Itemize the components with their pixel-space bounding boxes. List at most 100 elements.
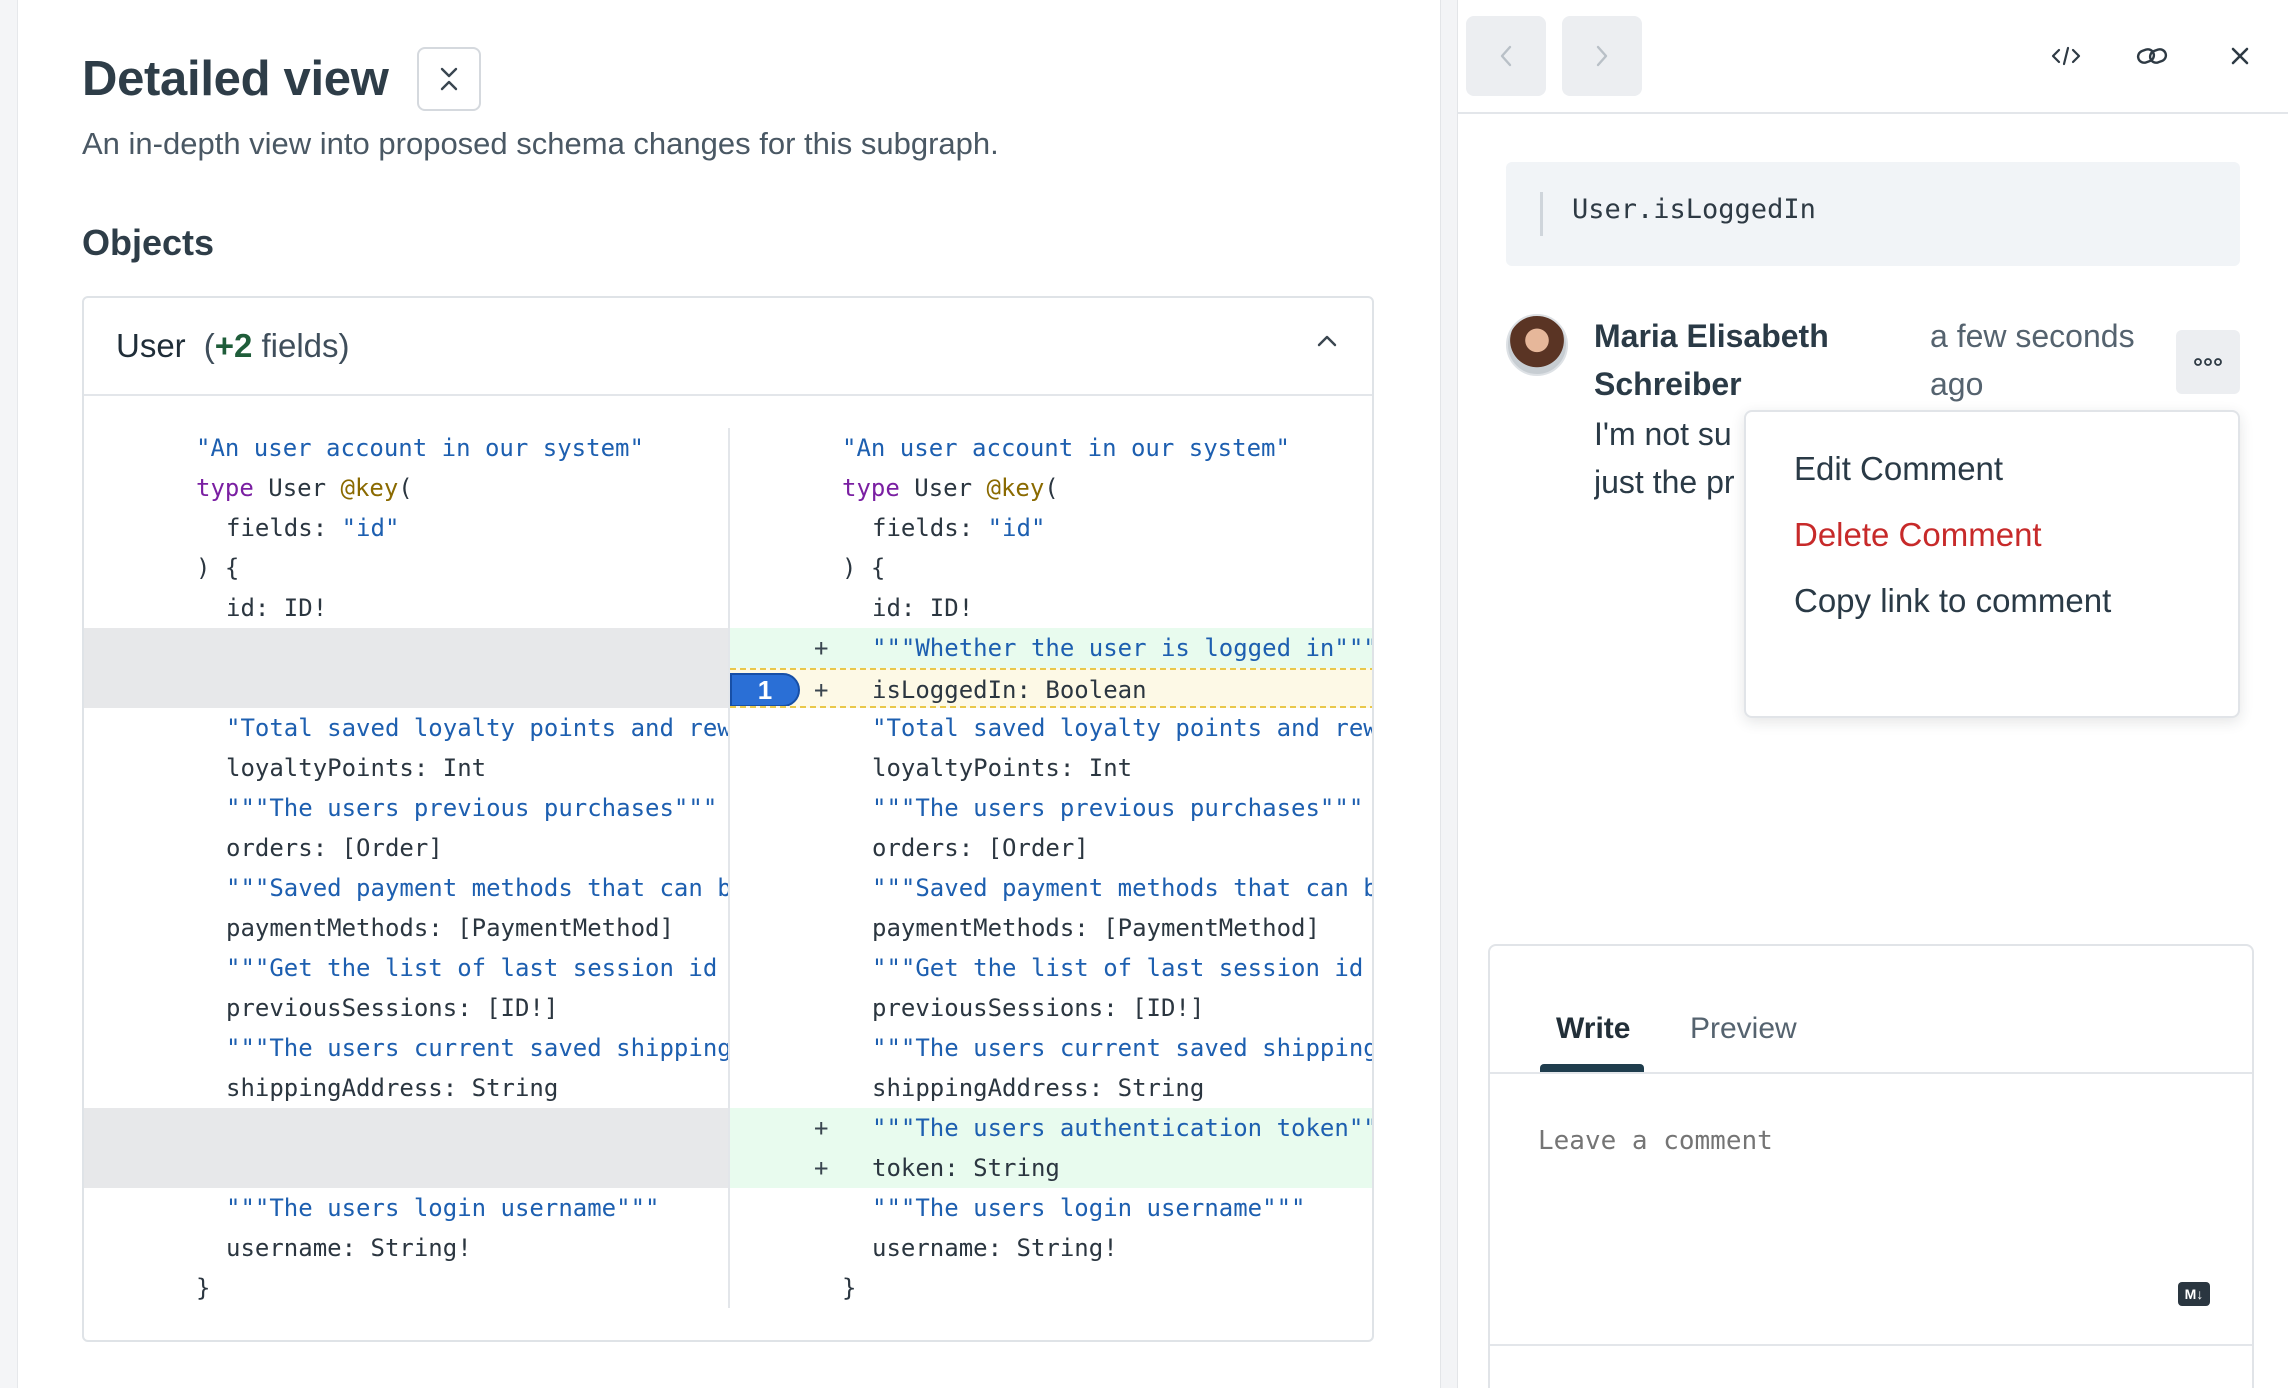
schema-coordinate-box: User.isLoggedIn — [1506, 162, 2240, 266]
diff-line: "An user account in our system" — [84, 428, 728, 468]
comment-marker[interactable]: 1 — [730, 673, 800, 706]
chevron-right-icon — [1596, 45, 1608, 67]
comment-options-menu: Edit Comment Delete Comment Copy link to… — [1744, 410, 2240, 718]
field-count: (+2 fields) — [204, 327, 350, 365]
panel-divider[interactable] — [1440, 0, 1458, 1388]
close-panel-button[interactable] — [2218, 34, 2262, 78]
diff-line-code: type User @key( — [842, 468, 1059, 508]
tab-write[interactable]: Write — [1556, 1012, 1630, 1046]
section-heading-objects: Objects — [82, 222, 215, 263]
close-icon — [2231, 47, 2249, 65]
code-token: @key — [340, 474, 399, 502]
diff-line-code: fields: "id" — [872, 508, 1045, 548]
view-code-button[interactable] — [2044, 34, 2088, 78]
comment-timestamp: a few seconds ago — [1930, 318, 2135, 402]
diff-line: } — [730, 1268, 1372, 1308]
comment-input[interactable] — [1538, 1126, 2138, 1156]
page-title: Detailed view — [82, 52, 389, 106]
diff-line-code: "An user account in our system" — [196, 428, 644, 468]
quote-bar — [1540, 192, 1543, 236]
diff-line: id: ID! — [84, 588, 728, 628]
collapse-icon — [440, 67, 457, 91]
code-token: ) { — [842, 554, 886, 582]
diff-line-code: username: String! — [226, 1228, 472, 1268]
code-token: """Get the list of last session id — [872, 954, 1364, 982]
diff-line: username: String! — [84, 1228, 728, 1268]
tab-preview[interactable]: Preview — [1690, 1012, 1797, 1046]
code-token: ( — [398, 474, 413, 502]
diff-line: """The users login username""" — [84, 1188, 728, 1228]
comment-body: I'm not su just the pr — [1594, 410, 1754, 506]
diff-line-code: orders: [Order] — [872, 828, 1089, 868]
diff-line-code: loyaltyPoints: Int — [872, 748, 1132, 788]
code-token: "Total saved loyalty points and rew — [872, 714, 1374, 742]
diff-line-code: shippingAddress: String — [226, 1068, 558, 1108]
diff-line: type User @key( — [730, 468, 1372, 508]
diff-line — [84, 668, 728, 708]
diff-line-code: """Get the list of last session id — [226, 948, 717, 988]
more-options-icon — [2194, 358, 2222, 366]
code-token: """Saved payment methods that can b — [226, 874, 728, 902]
diff-line: "Total saved loyalty points and rew — [730, 708, 1374, 748]
link-icon — [2136, 48, 2168, 64]
diff-line — [84, 1108, 728, 1148]
copy-link-button[interactable] — [2130, 34, 2174, 78]
collapse-all-button[interactable] — [416, 47, 481, 111]
diff-line: previousSessions: [ID!] — [84, 988, 728, 1028]
code-icon — [2051, 46, 2081, 66]
diff-line: shippingAddress: String — [84, 1068, 728, 1108]
menu-item-edit-comment[interactable]: Edit Comment — [1794, 450, 2003, 488]
diff-line-code: paymentMethods: [PaymentMethod] — [226, 908, 674, 948]
type-card-user: User (+2 fields) "An user account in our… — [82, 296, 1374, 1342]
schema-coordinate: User.isLoggedIn — [1572, 194, 1816, 225]
diff-line-code: """The users previous purchases""" — [872, 788, 1363, 828]
diff-line: "An user account in our system" — [730, 428, 1372, 468]
diff-line-code: } — [842, 1268, 856, 1308]
code-token: id: ID! — [872, 594, 974, 622]
chevron-up-icon[interactable] — [1316, 334, 1338, 348]
diff-line-code: paymentMethods: [PaymentMethod] — [872, 908, 1320, 948]
diff-line — [84, 628, 728, 668]
diff-line-code: "An user account in our system" — [842, 428, 1290, 468]
diff-line-code: type User @key( — [196, 468, 413, 508]
next-button[interactable] — [1562, 16, 1642, 96]
diff-line-code: ) { — [196, 548, 239, 588]
diff-line: """Get the list of last session id — [84, 948, 728, 988]
code-token: ( — [1044, 474, 1059, 502]
code-token: """Get the list of last session id — [226, 954, 718, 982]
code-token: """The users authentication token"" — [872, 1114, 1374, 1142]
diff-line: """The users current saved shipping — [84, 1028, 728, 1068]
comment-body-line-1: I'm not su — [1594, 416, 1732, 452]
comment-options-button[interactable] — [2176, 330, 2240, 394]
type-card-header[interactable]: User (+2 fields) — [84, 298, 1372, 396]
avatar[interactable] — [1506, 314, 1568, 376]
diff-line: previousSessions: [ID!] — [730, 988, 1372, 1028]
field-count-number: +2 — [214, 327, 253, 364]
diff-line-code: """The users authentication token"" — [872, 1108, 1374, 1148]
code-token: """Whether the user is logged in""" — [872, 634, 1374, 662]
code-token: loyaltyPoints: Int — [226, 754, 487, 782]
previous-button[interactable] — [1466, 16, 1546, 96]
diff-line-code: previousSessions: [ID!] — [872, 988, 1204, 1028]
diff-line: shippingAddress: String — [730, 1068, 1372, 1108]
code-token: } — [196, 1274, 211, 1302]
diff-line-code: """The users login username""" — [226, 1188, 659, 1228]
editor-footer-divider — [1490, 1344, 2252, 1346]
active-tab-indicator — [1540, 1064, 1644, 1072]
diff-line: } — [84, 1268, 728, 1308]
code-token: """The users login username""" — [226, 1194, 660, 1222]
code-token: paymentMethods: [PaymentMethod] — [226, 914, 674, 942]
code-token: shippingAddress: String — [226, 1074, 559, 1102]
diff-line-code: """The users previous purchases""" — [226, 788, 717, 828]
comment-editor: Write Preview M↓ — [1488, 944, 2254, 1388]
panel-toolbar — [1458, 0, 2288, 114]
diff-line-code: ) { — [842, 548, 885, 588]
left-edge-strip — [0, 0, 18, 1388]
code-token: orders: [Order] — [226, 834, 443, 862]
diff-line: """The users previous purchases""" — [84, 788, 728, 828]
menu-item-copy-link[interactable]: Copy link to comment — [1794, 582, 2111, 620]
menu-item-delete-comment[interactable]: Delete Comment — [1794, 516, 2042, 554]
code-token: "An user account in our system" — [842, 434, 1290, 462]
code-token: id: ID! — [226, 594, 328, 622]
diff-line: id: ID! — [730, 588, 1372, 628]
